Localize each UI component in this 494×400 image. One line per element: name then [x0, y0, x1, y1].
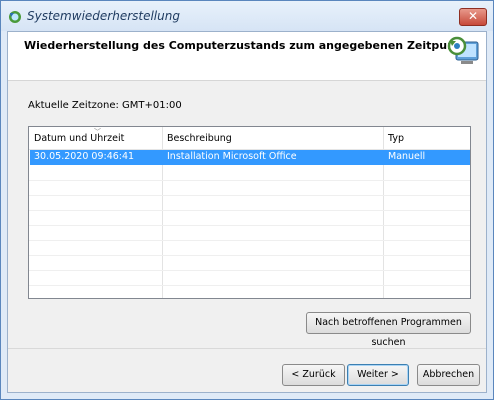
system-restore-computer-icon [447, 36, 479, 64]
sort-indicator-icon: ﹀ [94, 128, 101, 136]
page-title: Wiederherstellung des Computerzustands z… [24, 39, 468, 52]
row-description: Installation Microsoft Office [167, 151, 297, 162]
row-type: Manuell [388, 151, 426, 162]
system-restore-window: Systemwiederherstellung ✕ Wiederherstell… [0, 0, 494, 400]
row-divider [29, 180, 470, 181]
column-header-type[interactable]: Typ [388, 133, 404, 144]
row-divider [29, 285, 470, 286]
next-button[interactable]: Weiter > [347, 364, 409, 386]
list-header: Datum und Uhrzeit ﹀ Beschreibung Typ [29, 127, 470, 150]
footer-divider [8, 348, 486, 349]
row-date: 30.05.2020 09:46:41 [34, 151, 135, 162]
cancel-button[interactable]: Abbrechen [417, 364, 480, 386]
window-title: Systemwiederherstellung [27, 9, 180, 23]
row-divider [29, 240, 470, 241]
dialog-header: Wiederherstellung des Computerzustands z… [8, 32, 486, 81]
scan-affected-programs-button[interactable]: Nach betroffenen Programmen suchen [306, 312, 471, 348]
dialog-content: Wiederherstellung des Computerzustands z… [7, 31, 487, 393]
title-bar[interactable]: Systemwiederherstellung ✕ [1, 1, 493, 31]
row-divider [29, 210, 470, 211]
row-divider [29, 270, 470, 271]
column-header-description[interactable]: Beschreibung [167, 133, 232, 144]
row-divider [29, 255, 470, 256]
back-button[interactable]: < Zurück [282, 364, 345, 386]
restore-point-list[interactable]: Datum und Uhrzeit ﹀ Beschreibung Typ 30.… [28, 126, 471, 299]
column-header-date[interactable]: Datum und Uhrzeit [34, 133, 124, 144]
system-restore-icon [9, 11, 21, 23]
row-divider [29, 195, 470, 196]
close-button[interactable]: ✕ [459, 8, 487, 26]
row-divider [29, 225, 470, 226]
timezone-label: Aktuelle Zeitzone: GMT+01:00 [28, 100, 182, 111]
